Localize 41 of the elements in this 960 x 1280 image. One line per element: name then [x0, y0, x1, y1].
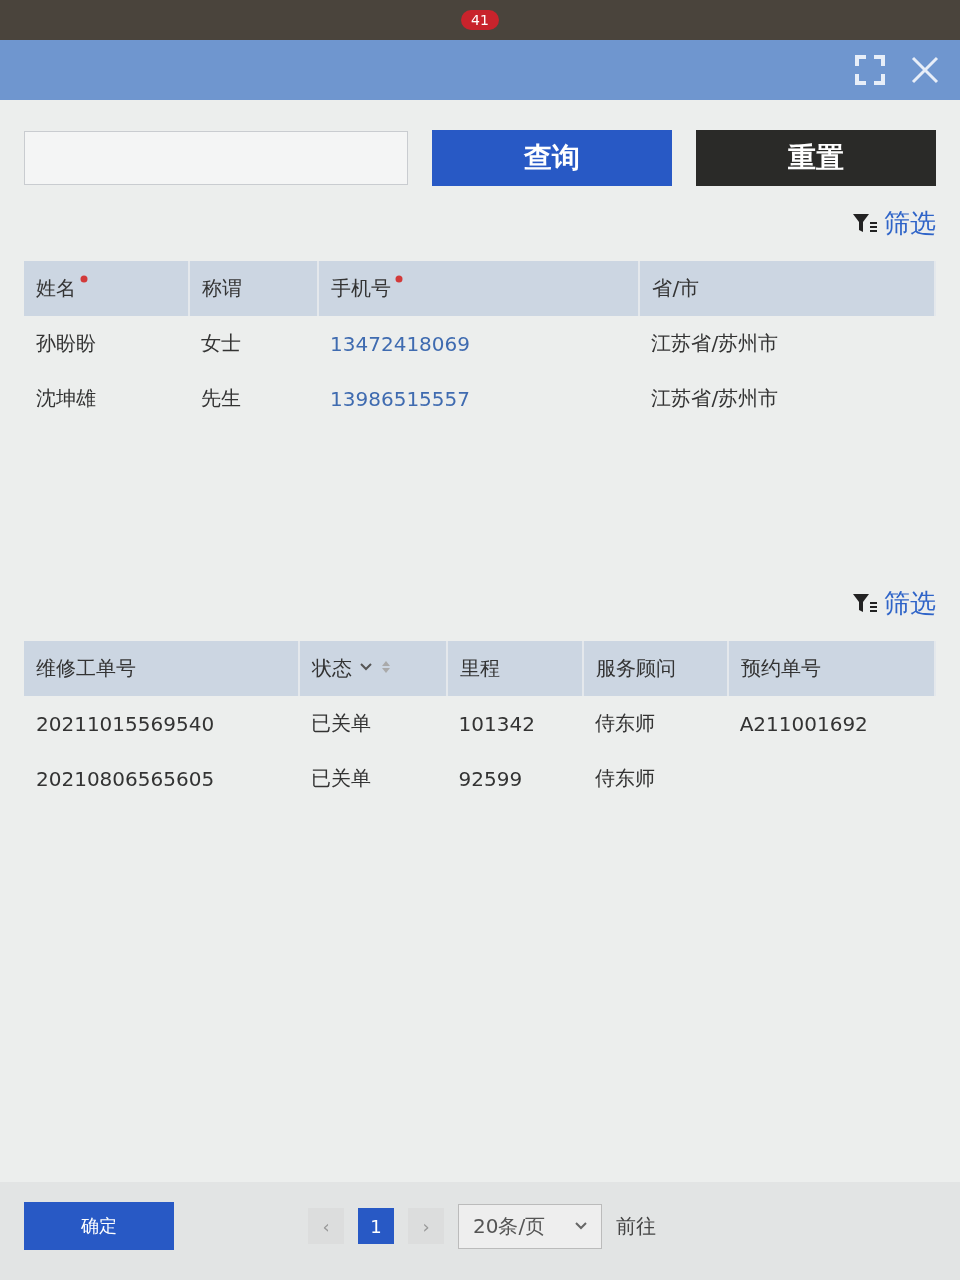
column-header: 状态 [299, 641, 447, 696]
query-button[interactable]: 查询 [432, 130, 672, 186]
table-cell-text: 侍东师 [594, 765, 657, 792]
close-icon[interactable] [910, 55, 940, 85]
table-cell: 101342 [446, 696, 584, 751]
column-header: 维修工单号 [24, 641, 300, 696]
confirm-button[interactable]: 确定 [24, 1202, 174, 1250]
column-header: 里程 [446, 641, 584, 696]
required-icon [395, 275, 404, 283]
table-cell-text: 江苏省/苏州市 [650, 385, 780, 412]
phone-link[interactable]: 13986515557 [318, 371, 640, 426]
table-cell-text: 已关单 [310, 765, 373, 792]
column-header: 预约单号 [727, 641, 935, 696]
goto-label: 前往 [616, 1212, 657, 1240]
table-cell: 侍东师 [583, 696, 728, 751]
filter-link[interactable]: 筛选 [852, 586, 936, 621]
notification-badge: 41 [461, 10, 499, 30]
table-cell: 已关单 [299, 696, 447, 751]
required-icon [80, 275, 88, 283]
page-size-select[interactable]: 20条/页 [458, 1203, 603, 1249]
reset-button[interactable]: 重置 [696, 130, 936, 186]
column-header: 称谓 [188, 261, 319, 316]
table-cell-text: 沈坤雄 [35, 385, 97, 412]
filter-link[interactable]: 筛选 [852, 206, 936, 241]
phone-link[interactable]: 13472418069 [318, 316, 640, 371]
page-button[interactable]: 1 [358, 1208, 394, 1244]
column-header: 手机号 [318, 261, 640, 316]
column-header: 服务顾问 [583, 641, 728, 696]
table-cell: 孙盼盼 [24, 316, 189, 371]
table-cell: 女士 [188, 316, 319, 371]
table-cell: 20211015569540 [24, 696, 300, 751]
chevron-down-icon [575, 1222, 588, 1230]
table-cell-text: 92599 [457, 765, 524, 793]
fullscreen-icon[interactable] [854, 54, 886, 86]
table-cell-text: 先生 [199, 385, 242, 412]
column-header: 姓名 [24, 261, 189, 316]
column-header: 省/市 [639, 261, 935, 316]
table-cell: 江苏省/苏州市 [639, 316, 935, 371]
table-cell-text: 20210806565605 [35, 765, 216, 793]
table-cell: A211001692 [727, 696, 935, 751]
search-field[interactable] [24, 131, 408, 185]
